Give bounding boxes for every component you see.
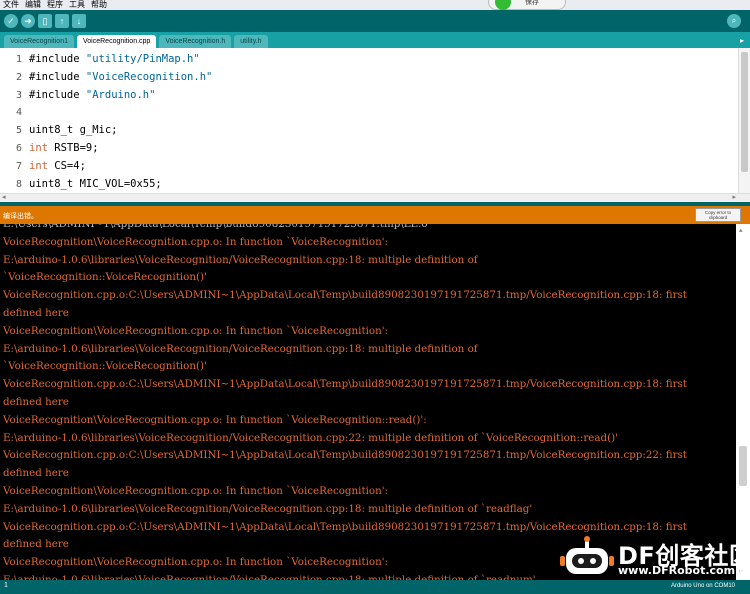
editor-vertical-scrollbar[interactable]	[738, 48, 750, 193]
open-button[interactable]: ↑	[55, 14, 69, 28]
current-line-number: 1	[4, 582, 8, 589]
file-tabs: VoiceRecognition1 VoiceRecognition.cpp Voi…	[0, 32, 750, 48]
console-line: E:\arduino-1.0.6\libraries\VoiceRecognit…	[3, 502, 533, 515]
editor-horizontal-scrollbar[interactable]: ◂ ▸	[0, 193, 750, 202]
file-tab[interactable]: VoiceRecognition.cpp	[77, 35, 157, 48]
line-number: 7	[15, 160, 22, 172]
arrow-down-icon: ↓	[76, 16, 82, 26]
arrow-right-icon: ➜	[24, 16, 32, 26]
code-line: 2 #include "VoiceRecognition.h"	[0, 69, 738, 86]
code-line: 1 #include "utility/PinMap.h"	[0, 51, 738, 68]
save-button[interactable]: ↓	[72, 14, 86, 28]
console-line: E:\Users\ADMINI~1\AppData\Local\Temp\bui…	[3, 224, 428, 230]
upload-button[interactable]: ➜	[21, 14, 35, 28]
line-number: 5	[15, 125, 22, 137]
code-line: 8 uint8_t MIC_VOL=0x55;	[0, 176, 738, 193]
code-text: int CS=4;	[29, 158, 86, 175]
popup-label: 保存	[525, 0, 539, 6]
console-line: E:\arduino-1.0.6\libraries\VoiceRecognit…	[3, 342, 478, 355]
code-token: #include	[29, 88, 86, 101]
file-tab[interactable]: utility.h	[234, 35, 268, 48]
line-number: 8	[15, 178, 22, 190]
console-line: VoiceRecognition\VoiceRecognition.cpp.o:…	[3, 324, 389, 337]
serial-monitor-button[interactable]: ⌕	[727, 14, 741, 28]
code-token: #include	[29, 70, 86, 83]
line-number: 3	[15, 89, 22, 101]
footer-bar: 1 Arduino Uno on COM10	[0, 580, 750, 594]
scroll-left-icon[interactable]: ◂	[2, 193, 6, 201]
code-text: int RSTB=9;	[29, 140, 99, 157]
toolbar: ✓ ➜ ▯ ↑ ↓	[0, 10, 750, 32]
console-line: defined here	[3, 396, 69, 408]
console-output[interactable]: E:\Users\ADMINI~1\AppData\Local\Temp\bui…	[0, 224, 736, 580]
console-vertical-scrollbar[interactable]: ▴ ▾	[736, 224, 750, 580]
console-line: `VoiceRecognition::VoiceRecognition()'	[3, 360, 207, 373]
magnifier-icon: ⌕	[731, 16, 737, 25]
console-line: defined here	[3, 467, 69, 480]
console-line: E:\arduino-1.0.6\libraries\VoiceRecognit…	[3, 431, 618, 444]
scroll-right-icon[interactable]: ▸	[732, 193, 736, 201]
code-editor[interactable]: 1 #include "utility/PinMap.h" 2 #include "V…	[0, 48, 738, 193]
code-text: #include "VoiceRecognition.h"	[29, 69, 212, 86]
line-number: 6	[15, 143, 22, 154]
code-line: 4	[0, 104, 738, 121]
code-line: 5 uint8_t g_Mic;	[0, 122, 738, 139]
line-number: 4	[15, 107, 22, 119]
arrow-up-icon: ↑	[59, 16, 65, 26]
board-info: Arduino Uno on COM10	[670, 583, 735, 589]
menu-item[interactable]: 文件	[3, 0, 19, 10]
code-token: #include	[29, 53, 86, 65]
watermark-url: www.DFRobot.com.cn	[618, 564, 750, 577]
file-tab[interactable]: VoiceRecognition.h	[159, 35, 232, 48]
menu-item[interactable]: 编辑	[25, 0, 41, 10]
code-token: int	[29, 142, 48, 154]
code-text: uint8_t MIC_VOL=0x55;	[29, 176, 162, 193]
menu-item[interactable]: 帮助	[91, 0, 107, 10]
menu-item[interactable]: 程序	[47, 0, 63, 10]
code-token: uint8_t MIC_VOL=0x55;	[29, 177, 162, 190]
code-line: 7 int CS=4;	[0, 158, 738, 175]
console-line: VoiceRecognition.cpp.o:C:\Users\ADMINI~1…	[3, 449, 687, 462]
status-dot-icon	[495, 0, 511, 10]
console-line: VoiceRecognition.cpp.o:C:\Users\ADMINI~1…	[3, 289, 687, 302]
console-line: VoiceRecognition\VoiceRecognition.cpp.o:…	[3, 413, 427, 426]
scrollbar-thumb[interactable]	[739, 446, 747, 486]
console-line: VoiceRecognition\VoiceRecognition.cpp.o:…	[3, 485, 389, 497]
file-tab[interactable]: VoiceRecognition1	[4, 35, 74, 48]
console-line: defined here	[3, 307, 69, 319]
check-icon: ✓	[7, 16, 15, 26]
scroll-up-icon[interactable]: ▴	[739, 226, 743, 234]
code-line: 3 #include "Arduino.h"	[0, 87, 738, 104]
save-popup: 保存	[488, 0, 566, 10]
code-text: #include "Arduino.h"	[29, 87, 155, 104]
console-line: `VoiceRecognition::VoiceRecognition()'	[3, 271, 207, 284]
console-line: VoiceRecognition\VoiceRecognition.cpp.o:…	[3, 235, 389, 248]
code-token: RSTB=9;	[47, 142, 99, 154]
code-token: CS=4;	[47, 159, 86, 172]
status-bar: 编译出错。	[0, 206, 750, 224]
verify-button[interactable]: ✓	[4, 14, 18, 28]
code-token: uint8_t g_Mic;	[29, 124, 118, 137]
code-text: uint8_t g_Mic;	[29, 122, 118, 139]
robot-logo-icon	[560, 536, 614, 574]
line-number: 2	[15, 71, 22, 83]
scrollbar-thumb[interactable]	[741, 52, 748, 172]
watermark: DF创客社区 www.DFRobot.com.cn	[560, 534, 750, 582]
status-message: 编译出错。	[3, 213, 38, 220]
menu-bar: 文件 编辑 程序 工具 帮助	[0, 0, 750, 10]
new-button[interactable]: ▯	[38, 14, 52, 28]
code-line: 6 int RSTB=9;	[0, 140, 738, 157]
copy-error-button[interactable]: Copy error to clipboard	[695, 208, 741, 222]
console-line: VoiceRecognition.cpp.o:C:\Users\ADMINI~1…	[3, 378, 687, 391]
tab-menu-arrow-icon[interactable]: ▸	[740, 36, 744, 45]
code-token: "utility/PinMap.h"	[85, 53, 200, 65]
code-token: "VoiceRecognition.h"	[85, 70, 213, 83]
menu-item[interactable]: 工具	[69, 0, 85, 10]
code-token: "Arduino.h"	[85, 88, 156, 101]
line-number: 1	[15, 54, 22, 65]
code-token: int	[29, 159, 48, 172]
code-text: #include "utility/PinMap.h"	[29, 51, 200, 68]
file-icon: ▯	[42, 16, 48, 26]
console-line: E:\arduino-1.0.6\libraries\VoiceRecognit…	[3, 253, 478, 266]
